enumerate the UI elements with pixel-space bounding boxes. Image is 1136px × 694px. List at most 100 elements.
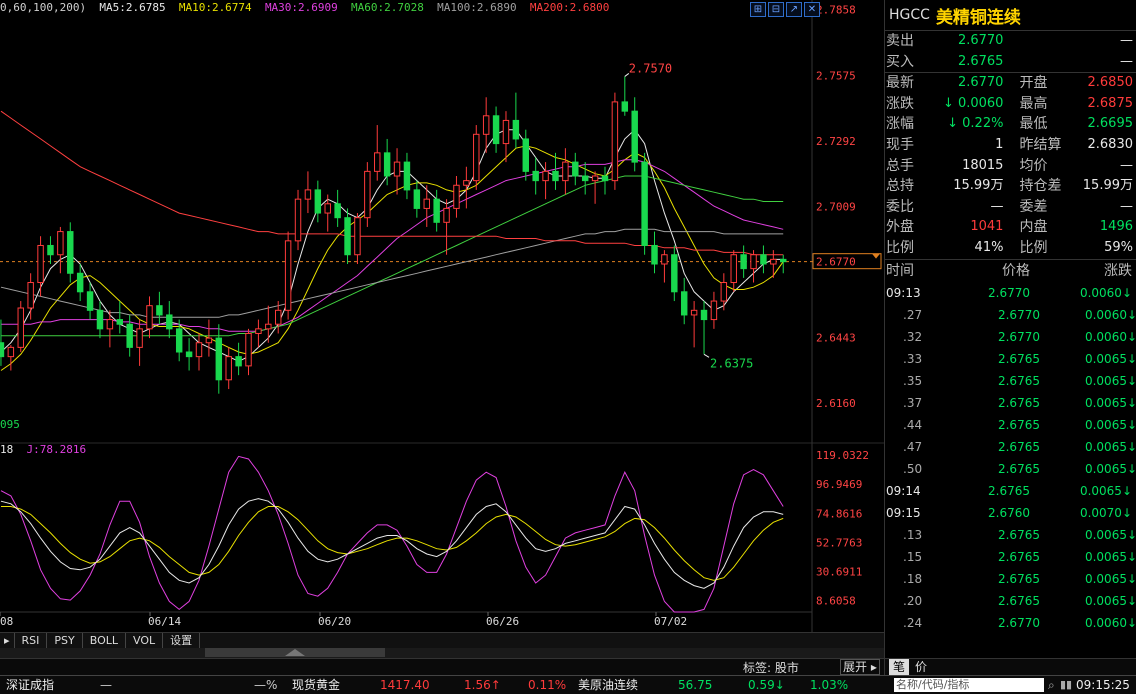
date-axis-label: 06/26	[486, 615, 519, 628]
stat-value: 2.6770	[957, 75, 1004, 91]
candle-body	[463, 180, 470, 186]
quote-row: 最新 2.6770 开盘 2.6850	[885, 73, 1136, 94]
candle-body	[542, 170, 549, 182]
stat-label: 持仓差	[1019, 178, 1062, 195]
candle-body	[106, 319, 114, 330]
quote-row: 涨跌 ↓ 0.0060 最高 2.6875	[885, 94, 1136, 115]
candle-body	[215, 337, 223, 381]
quote-row: 涨幅 ↓ 0.22% 最低 2.6695	[885, 114, 1136, 135]
candle-body	[67, 231, 74, 274]
candle-body	[354, 217, 361, 256]
candle-body	[116, 319, 124, 325]
candle-body	[552, 170, 559, 182]
stat-label: 最新	[886, 75, 914, 92]
tab-pen[interactable]: 笔	[889, 659, 910, 675]
tab-boll[interactable]: BOLL	[83, 633, 127, 649]
tab-price[interactable]: 价	[915, 659, 927, 675]
tab-scroll-left[interactable]: ▸	[0, 633, 15, 649]
kdj-axis-label: 30.6911	[816, 566, 862, 579]
tick-price: 2.6765	[997, 417, 1040, 432]
close-icon[interactable]: ✕	[804, 2, 820, 17]
tab-psy[interactable]: PSY	[47, 633, 83, 649]
ticker-oil-name[interactable]: 美原油连续	[578, 676, 638, 694]
price-axis-label: 2.7009	[816, 200, 856, 213]
tab-settings[interactable]: 设置	[163, 633, 201, 649]
stat-label: 比例	[886, 239, 914, 256]
tick-time: .24	[903, 615, 923, 630]
ticker-gold-name[interactable]: 现货黄金	[292, 676, 340, 694]
candle-body	[195, 342, 203, 358]
tick-price: 2.6765	[997, 373, 1040, 388]
tick-row: 09:15 2.6760 0.0070↓	[885, 502, 1136, 524]
candle-body	[601, 175, 609, 182]
candle-body	[532, 170, 539, 182]
candle-body	[47, 244, 54, 256]
kline-chart-area[interactable]: 2.7570 2.6375 095 2.7858 2.7575 2.7292 2.7009 2…	[0, 0, 884, 632]
tick-price: 2.6765	[997, 351, 1040, 366]
tab-vol[interactable]: VOL	[126, 633, 164, 649]
chart-scrollbar[interactable]	[0, 648, 884, 658]
stat-label: 涨跌	[886, 95, 914, 112]
tick-price: 2.6765	[997, 593, 1040, 608]
candle-body	[750, 254, 757, 270]
tag-label[interactable]: 标签: 股市	[743, 659, 799, 676]
quote-panel: HGCC 美精铜连续 卖出 2.6770 — 买入 2.6765 — 最新 2.6…	[884, 0, 1136, 676]
candle-body	[720, 282, 728, 302]
candle-body	[572, 161, 579, 177]
kdj-axis-label: 96.9469	[816, 478, 862, 491]
tab-rsi[interactable]: RSI	[15, 633, 48, 649]
tick-row: .32 2.6770 0.0060↓	[885, 326, 1136, 348]
candle-body	[166, 314, 173, 330]
candle-body	[433, 198, 440, 223]
ma10-legend: MA10:2.6774	[178, 1, 252, 14]
stat-value: 41%	[974, 239, 1004, 255]
stat-label: 内盘	[1019, 219, 1048, 236]
quote-stats: 最新 2.6770 开盘 2.6850 涨跌 ↓ 0.0060 最高 2.6875 涨幅 ↓ 0.…	[885, 73, 1136, 258]
ticker-szse-name[interactable]: 深证成指	[6, 676, 54, 694]
date-axis-label: 07/02	[654, 615, 687, 628]
stat-label: 比例	[1019, 239, 1048, 256]
stat-value: 15.99万	[953, 178, 1004, 194]
zoom-icon[interactable]: ⊟	[768, 2, 784, 17]
tick-time: .37	[903, 395, 923, 410]
stat-label: 委比	[886, 198, 914, 215]
kline-chart-svg[interactable]: 2.7570 2.6375 095 2.7858 2.7575 2.7292 2.7009 2…	[0, 0, 884, 632]
candle-body	[235, 356, 242, 367]
candle-body	[443, 207, 450, 223]
ticks-time-header: 时间	[886, 262, 914, 279]
expand-button[interactable]: 展开 ▸	[840, 659, 880, 675]
candle-body	[265, 323, 272, 330]
ma60-legend: MA60:2.7028	[351, 1, 424, 14]
stat-value: 2.6875	[1087, 95, 1134, 111]
symbol-code: HGCC	[889, 7, 930, 23]
stat-value: 18015	[962, 157, 1004, 173]
high-label: 2.7570	[629, 61, 672, 75]
scrollbar-thumb[interactable]	[205, 648, 385, 657]
stat-value: 1	[995, 136, 1004, 152]
kdj-axis-label: 74.8616	[816, 507, 862, 520]
tick-time: .33	[903, 351, 923, 366]
ticker-szse-value: —	[100, 678, 112, 692]
network-icon: ▮▮	[1060, 678, 1073, 691]
quote-row: 总持 15.99万 持仓差 15.99万	[885, 176, 1136, 197]
search-input[interactable]: 名称/代码/指标	[894, 678, 1044, 692]
ticks-list[interactable]: 09:13 2.6770 0.0060↓ .27 2.6770 0.0060↓ .32 2.6…	[885, 282, 1136, 634]
export-icon[interactable]: ↗	[786, 2, 802, 17]
ticker-oil-value: 56.75	[678, 678, 713, 692]
tick-row: .44 2.6765 0.0065↓	[885, 414, 1136, 436]
stat-value: 1496	[1099, 219, 1133, 235]
tick-time: .50	[903, 461, 923, 476]
candle-body	[255, 328, 262, 334]
search-icon[interactable]: ⌕	[1048, 676, 1055, 694]
grid-icon[interactable]: ⊞	[750, 2, 766, 17]
candle-body	[710, 300, 718, 321]
tick-change: 0.0065↓	[1084, 417, 1136, 432]
kdj-axis-label: 8.6058	[816, 595, 856, 608]
stat-value: 1041	[970, 219, 1004, 235]
candle-body	[492, 115, 500, 145]
quote-row: 总手 18015 均价 —	[885, 156, 1136, 177]
candle-body	[136, 328, 143, 348]
market-ticker: 深证成指 — —% 现货黄金 1417.40 1.56↑ 0.11% 美原油连续…	[0, 675, 1136, 694]
tick-change: 0.0065↓	[1084, 571, 1136, 586]
tick-time: .20	[903, 593, 923, 608]
